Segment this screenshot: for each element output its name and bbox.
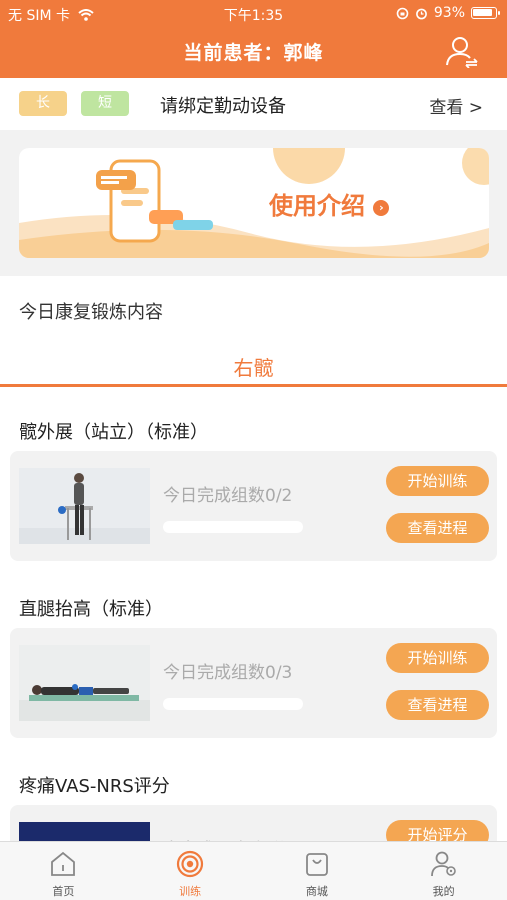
top-bar: 无 SIM 卡 下午1:35 93% 当前患者：郭峰 [0,0,507,78]
home-icon [51,851,76,876]
alarm-icon [415,8,427,19]
tag-long: 长 [19,91,67,116]
orientation-lock-icon [396,7,409,19]
shop-bag-icon [305,853,328,876]
tab-home[interactable]: 首页 [0,842,127,900]
tab-profile[interactable]: 我的 [380,842,507,900]
start-training-button[interactable]: 开始训练 [386,643,489,673]
tab-label: 商城 [305,885,328,898]
tab-right-hip[interactable]: 右髋 [0,352,507,381]
exercise-thumbnail [19,468,150,544]
tab-label: 首页 [52,885,75,898]
bottom-tab-bar: 首页 训练 商城 我的 [0,841,507,900]
banner-illustration [19,148,489,258]
view-progress-button[interactable]: 查看进程 [386,690,489,720]
today-rehab-label: 今日康复锻炼内容 [19,302,163,323]
view-device-link[interactable]: 查看 > [429,93,483,118]
exercise-title: 髋外展（站立）（标准） [19,422,208,443]
tab-underline [0,384,507,387]
exercise-thumbnail [19,645,150,721]
banner-title: 使用介绍 › [269,186,390,221]
progress-text: 今日完成组数0/3 [163,663,293,683]
status-bar: 无 SIM 卡 下午1:35 93% [0,0,507,28]
progress-bar [163,521,303,533]
tab-label: 训练 [179,885,202,898]
exercise-title: 疼痛VAS-NRS评分 [19,776,170,797]
exercise-title: 直腿抬高（标准） [19,599,163,620]
tab-shop[interactable]: 商城 [254,842,381,900]
start-training-button[interactable]: 开始训练 [386,466,489,496]
status-right: 93% [396,5,500,21]
battery-percent: 93% [433,5,465,21]
progress-text: 今日完成组数0/2 [163,486,293,506]
training-icon [177,850,204,878]
bind-device-prompt: 请绑定勤动设备 [160,96,286,117]
view-progress-button[interactable]: 查看进程 [386,513,489,543]
device-bind-bar[interactable]: 长 短 请绑定勤动设备 查看 > [0,78,507,130]
arrow-right-icon: › [373,200,390,216]
tab-training[interactable]: 训练 [127,842,254,900]
exercise-card: 今日完成组数0/3 开始训练 查看进程 [10,628,497,738]
progress-bar [163,698,303,710]
tag-short: 短 [81,91,129,116]
tab-label: 我的 [432,885,455,898]
battery-icon [471,7,500,19]
exercise-card: 今日完成组数0/2 开始训练 查看进程 [10,451,497,561]
profile-icon [430,851,456,877]
page-title: 当前患者：郭峰 [183,42,324,64]
usage-intro-banner[interactable]: 使用介绍 › [19,148,489,258]
switch-patient-icon[interactable] [445,34,479,68]
